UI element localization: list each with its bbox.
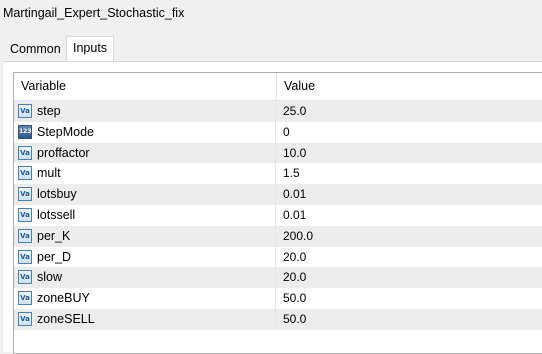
variable-cell: Va slow	[14, 267, 276, 289]
table-row[interactable]: Va per_K 200.0	[14, 225, 542, 247]
value-cell[interactable]: 200.0	[277, 226, 313, 247]
value-cell[interactable]: 1.5	[277, 163, 300, 184]
window-title: Martingail_Expert_Stochastic_fix	[3, 6, 185, 20]
variable-name: mult	[37, 166, 61, 181]
value-cell[interactable]: 50.0	[277, 309, 306, 330]
variable-name: zoneSELL	[37, 311, 95, 326]
double-type-icon: Va	[18, 207, 32, 222]
tab-bar: Common Inputs	[0, 36, 542, 61]
variable-name: per_D	[37, 249, 72, 264]
variable-name: StepMode	[37, 124, 94, 139]
variable-cell: Va proffactor	[14, 142, 276, 164]
table-row[interactable]: Va slow 20.0	[14, 267, 542, 289]
double-type-icon: Va	[18, 291, 32, 306]
variable-cell: Va per_K	[14, 225, 276, 247]
variable-cell: Va zoneBUY	[14, 288, 276, 309]
variable-cell: Va lotssell	[14, 204, 276, 226]
table-body: Va step 25.0 123 StepMode 0 Va proffactor 10.0 Va…	[14, 101, 542, 330]
variable-cell: Va zoneSELL	[14, 308, 276, 330]
double-type-icon: Va	[18, 104, 32, 118]
variable-name: zoneBUY	[37, 291, 90, 306]
tab-common[interactable]: Common	[4, 38, 67, 60]
variable-cell: Va mult	[14, 163, 276, 185]
double-type-icon: Va	[18, 249, 32, 264]
value-cell[interactable]: 20.0	[277, 247, 306, 268]
double-type-icon: Va	[18, 166, 32, 181]
column-header-value[interactable]: Value	[277, 73, 542, 100]
variable-cell: Va lotsbuy	[14, 184, 276, 205]
double-type-icon: Va	[18, 270, 32, 285]
value-cell[interactable]: 0.01	[277, 205, 306, 226]
variable-cell: 123 StepMode	[14, 121, 276, 143]
table-row[interactable]: Va per_D 20.0	[14, 246, 542, 268]
variable-cell: Va step	[14, 101, 276, 122]
double-type-icon: Va	[18, 145, 32, 160]
table-row[interactable]: Va zoneBUY 50.0	[14, 288, 542, 309]
variable-name: step	[37, 104, 61, 118]
table-row[interactable]: Va zoneSELL 50.0	[14, 308, 542, 330]
double-type-icon: Va	[18, 228, 32, 243]
table-row[interactable]: Va lotssell 0.01	[14, 204, 542, 226]
value-cell[interactable]: 0.01	[277, 184, 306, 205]
table-row[interactable]: Va mult 1.5	[14, 163, 542, 185]
variable-name: per_K	[37, 228, 71, 243]
variable-name: proffactor	[37, 145, 90, 160]
variable-cell: Va per_D	[14, 246, 276, 268]
table-row[interactable]: Va proffactor 10.0	[14, 142, 542, 164]
table-row[interactable]: Va step 25.0	[14, 101, 542, 122]
table-row[interactable]: 123 StepMode 0	[14, 121, 542, 143]
tab-inputs[interactable]: Inputs	[66, 36, 115, 61]
table-header: Variable Value	[14, 73, 542, 101]
table-row[interactable]: Va lotsbuy 0.01	[14, 184, 542, 205]
value-cell[interactable]: 25.0	[277, 101, 306, 122]
inputs-table: Variable Value Va step 25.0 123 StepMode 0 Va p…	[13, 72, 542, 354]
variable-name: slow	[37, 270, 63, 285]
value-cell[interactable]: 20.0	[277, 267, 306, 288]
double-type-icon: Va	[18, 311, 32, 326]
value-cell[interactable]: 0	[277, 122, 290, 143]
column-header-variable[interactable]: Variable	[14, 73, 277, 100]
variable-name: lotssell	[37, 207, 76, 222]
integer-type-icon: 123	[18, 124, 32, 139]
double-type-icon: Va	[18, 187, 32, 202]
variable-name: lotsbuy	[37, 187, 77, 202]
value-cell[interactable]: 50.0	[277, 288, 306, 309]
value-cell[interactable]: 10.0	[277, 143, 306, 164]
